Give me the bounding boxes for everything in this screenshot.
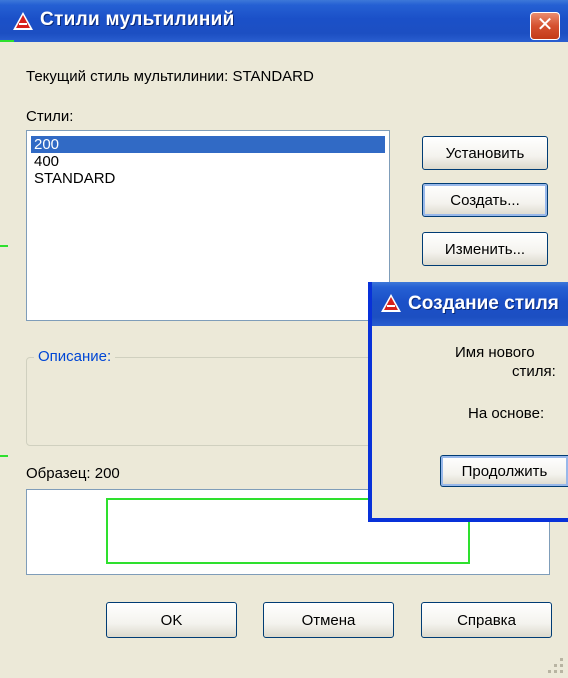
modify-button[interactable]: Изменить... [422,232,548,266]
create-button[interactable]: Создать... [422,183,548,217]
styles-label: Стили: [26,108,74,125]
app-icon [381,294,401,312]
based-on-label: На основе: [468,405,545,422]
preview-label: Образец: 200 [26,465,120,482]
close-button[interactable]: ✕ [530,12,560,40]
ok-button[interactable]: OK [106,602,237,638]
list-item-400[interactable]: 400 [31,153,62,170]
close-icon: ✕ [536,14,554,36]
background-drawing-line [0,455,8,457]
create-style-title: Создание стиля [408,293,559,314]
resize-grip-icon[interactable] [540,650,566,676]
list-item-200[interactable]: 200 [31,136,385,153]
background-drawing-line [0,245,8,247]
help-button[interactable]: Справка [421,602,552,638]
list-item-standard[interactable]: STANDARD [31,170,118,187]
continue-button[interactable]: Продолжить [440,455,568,487]
app-icon [13,12,33,30]
description-group [26,357,376,446]
set-current-button[interactable]: Установить [422,136,548,170]
cancel-button[interactable]: Отмена [263,602,394,638]
styles-list[interactable]: 200 400 STANDARD [26,130,390,321]
new-name-label: Имя нового [455,344,535,361]
dialog-title: Стили мультилиний [40,9,235,30]
current-style-label: Текущий стиль мультилинии: STANDARD [26,68,314,85]
description-label: Описание: [34,348,116,365]
new-name-label-line2: стиля: [512,363,556,380]
background-drawing-line [0,40,14,42]
